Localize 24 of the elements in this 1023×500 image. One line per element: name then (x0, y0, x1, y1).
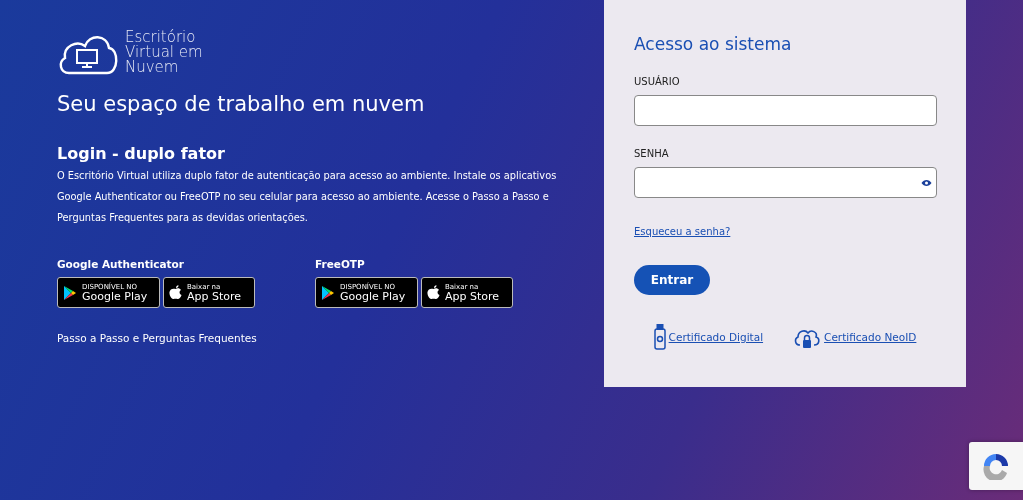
login-title: Acesso ao sistema (634, 34, 793, 54)
usb-token-icon (653, 323, 666, 351)
apple-icon (169, 285, 182, 300)
recaptcha-icon (982, 452, 1010, 480)
intro-text: O Escritório Virtual utiliza duplo fator de autenticação para acesso ao ambiente. Instale os aplicativos Google Authenticator ou FreeOTP no seu celular para acesso ao ambiente. Acesse o Passo a Passo e Perguntas Frequentes para as devidas orientações. (57, 169, 558, 225)
login-button[interactable]: Entrar (634, 265, 710, 295)
certificate-link[interactable]: Certificado Digital (668, 331, 764, 343)
help-link[interactable]: Passo a Passo e Perguntas Frequentes (57, 332, 562, 344)
tagline: Seu espaço de trabalho em nuvem (57, 92, 426, 116)
forgot-password-link[interactable]: Esqueceu a senha? (634, 226, 731, 237)
field-label: USUÁRIO (634, 76, 681, 87)
password-field[interactable] (634, 167, 937, 198)
field-label: SENHA (634, 148, 670, 159)
intro-title: Login - duplo fator (57, 144, 226, 163)
certificate-link[interactable]: Certificado NeoID (824, 331, 917, 343)
brand-name: Escritório Virtual em Nuvem (125, 30, 203, 75)
apple-icon (427, 285, 440, 300)
recaptcha-badge[interactable] (969, 442, 1023, 490)
app-name: FreeOTP (315, 258, 366, 270)
eye-icon[interactable] (921, 178, 932, 187)
username-field[interactable] (634, 95, 937, 126)
app-name: Google Authenticator (57, 258, 185, 270)
play-store-icon (321, 284, 335, 301)
play-store-icon (63, 284, 77, 301)
